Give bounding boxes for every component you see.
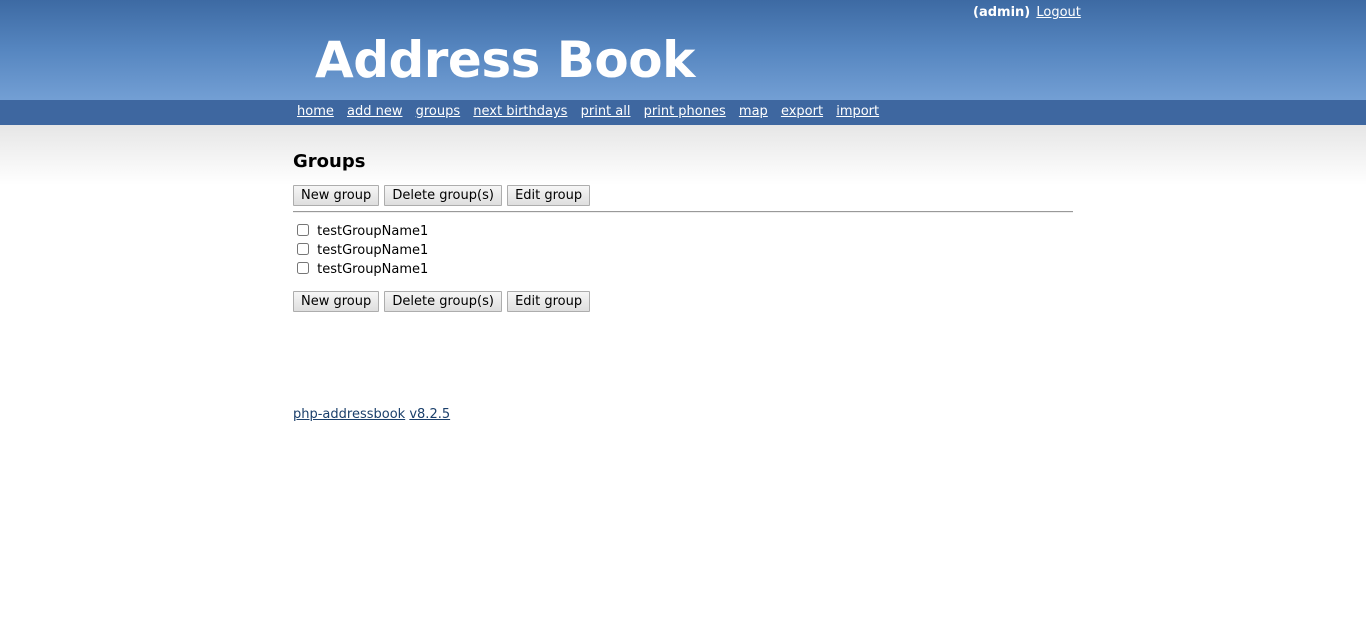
new-group-button[interactable]: New group (293, 185, 380, 206)
toolbar-bottom: New group Delete group(s) Edit group (293, 291, 1073, 312)
nav-import[interactable]: import (836, 104, 879, 119)
nav-next-birthdays[interactable]: next birthdays (473, 104, 567, 119)
user-area: (admin) Logout (973, 5, 1081, 20)
nav-groups[interactable]: groups (416, 104, 461, 119)
footer: php-addressbook v8.2.5 (293, 407, 450, 422)
nav-export[interactable]: export (781, 104, 823, 119)
nav-print-all[interactable]: print all (581, 104, 631, 119)
main-nav: home add new groups next birthdays print… (0, 100, 1366, 125)
logout-link[interactable]: Logout (1036, 5, 1081, 20)
version-link[interactable]: v8.2.5 (409, 407, 450, 422)
group-name: testGroupName1 (317, 224, 429, 239)
group-list: testGroupName1 testGroupName1 testGroupN… (293, 222, 1073, 279)
nav-home[interactable]: home (297, 104, 334, 119)
header: (admin) Logout Address Book (0, 0, 1366, 100)
delete-groups-button[interactable]: Delete group(s) (384, 291, 502, 312)
nav-list: home add new groups next birthdays print… (297, 104, 888, 119)
username-label: (admin) (973, 5, 1031, 20)
nav-print-phones[interactable]: print phones (644, 104, 726, 119)
group-name: testGroupName1 (317, 243, 429, 258)
nav-add-new[interactable]: add new (347, 104, 402, 119)
nav-map[interactable]: map (739, 104, 768, 119)
delete-groups-button[interactable]: Delete group(s) (384, 185, 502, 206)
edit-group-button[interactable]: Edit group (507, 185, 591, 206)
group-name: testGroupName1 (317, 262, 429, 277)
list-item: testGroupName1 (293, 260, 1073, 279)
group-checkbox[interactable] (297, 224, 309, 236)
edit-group-button[interactable]: Edit group (507, 291, 591, 312)
group-checkbox[interactable] (297, 262, 309, 274)
divider (293, 211, 1073, 213)
group-checkbox[interactable] (297, 243, 309, 255)
list-item: testGroupName1 (293, 241, 1073, 260)
project-link[interactable]: php-addressbook (293, 407, 405, 422)
list-item: testGroupName1 (293, 222, 1073, 241)
main-content: Groups New group Delete group(s) Edit gr… (293, 150, 1073, 312)
new-group-button[interactable]: New group (293, 291, 380, 312)
page-title: Groups (293, 151, 366, 172)
app-logo: Address Book (315, 31, 695, 89)
toolbar-top: New group Delete group(s) Edit group (293, 185, 1073, 206)
